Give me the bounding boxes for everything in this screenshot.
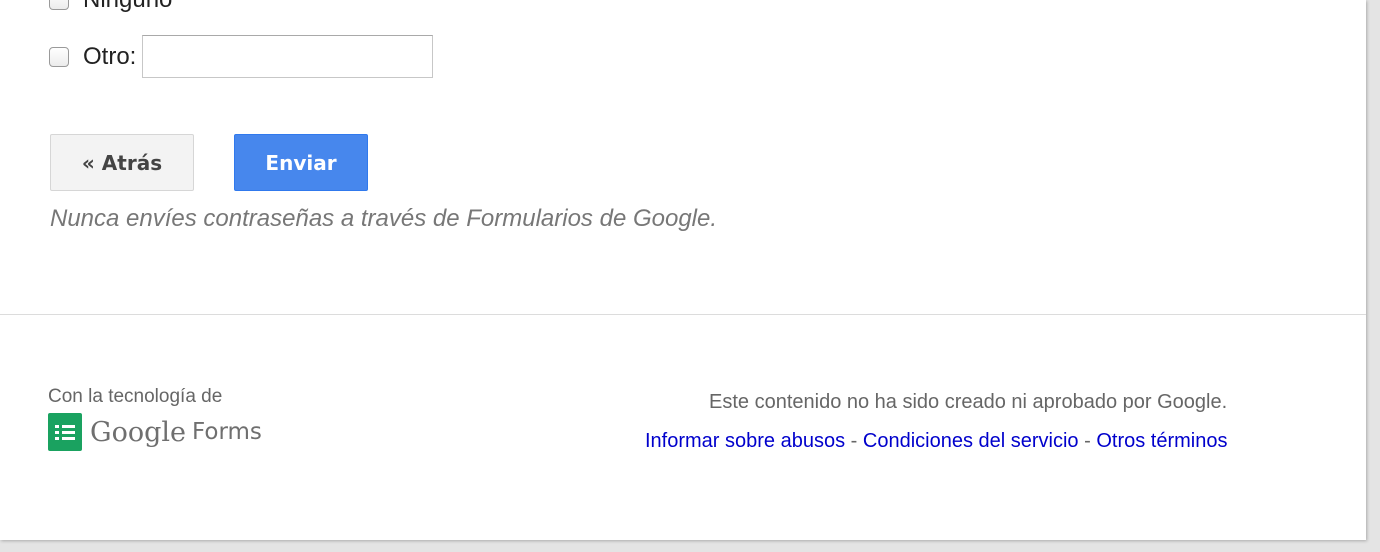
- link-separator: -: [1078, 430, 1097, 452]
- forms-icon: [48, 413, 82, 451]
- google-forms-logo[interactable]: Google Forms: [48, 413, 262, 451]
- disclaimer-text: Este contenido no ha sido creado ni apro…: [709, 391, 1228, 413]
- link-separator: -: [845, 430, 863, 452]
- option-other[interactable]: Otro:: [49, 35, 434, 78]
- other-terms-link[interactable]: Otros términos: [1096, 430, 1227, 452]
- report-abuse-link[interactable]: Informar sobre abusos: [645, 430, 845, 452]
- other-label: Otro:: [83, 42, 137, 70]
- footer-divider: [0, 314, 1366, 315]
- form-card: Ninguno Otro: « Atrás Enviar Nunca envíe…: [0, 0, 1366, 540]
- powered-by-text: Con la tecnología de: [48, 386, 223, 407]
- submit-button[interactable]: Enviar: [234, 134, 368, 191]
- brand-forms-text: Forms: [191, 419, 262, 445]
- other-text-input[interactable]: [142, 35, 434, 78]
- password-warning: Nunca envíes contraseñas a través de For…: [50, 205, 718, 232]
- none-label: Ninguno: [83, 0, 172, 14]
- terms-of-service-link[interactable]: Condiciones del servicio: [863, 430, 1079, 452]
- option-none[interactable]: Ninguno: [49, 0, 172, 14]
- brand-google-text: Google: [90, 416, 186, 448]
- footer-links: Informar sobre abusos - Condiciones del …: [645, 430, 1228, 453]
- none-checkbox[interactable]: [49, 0, 69, 10]
- back-button[interactable]: « Atrás: [50, 134, 194, 191]
- other-checkbox[interactable]: [49, 46, 69, 67]
